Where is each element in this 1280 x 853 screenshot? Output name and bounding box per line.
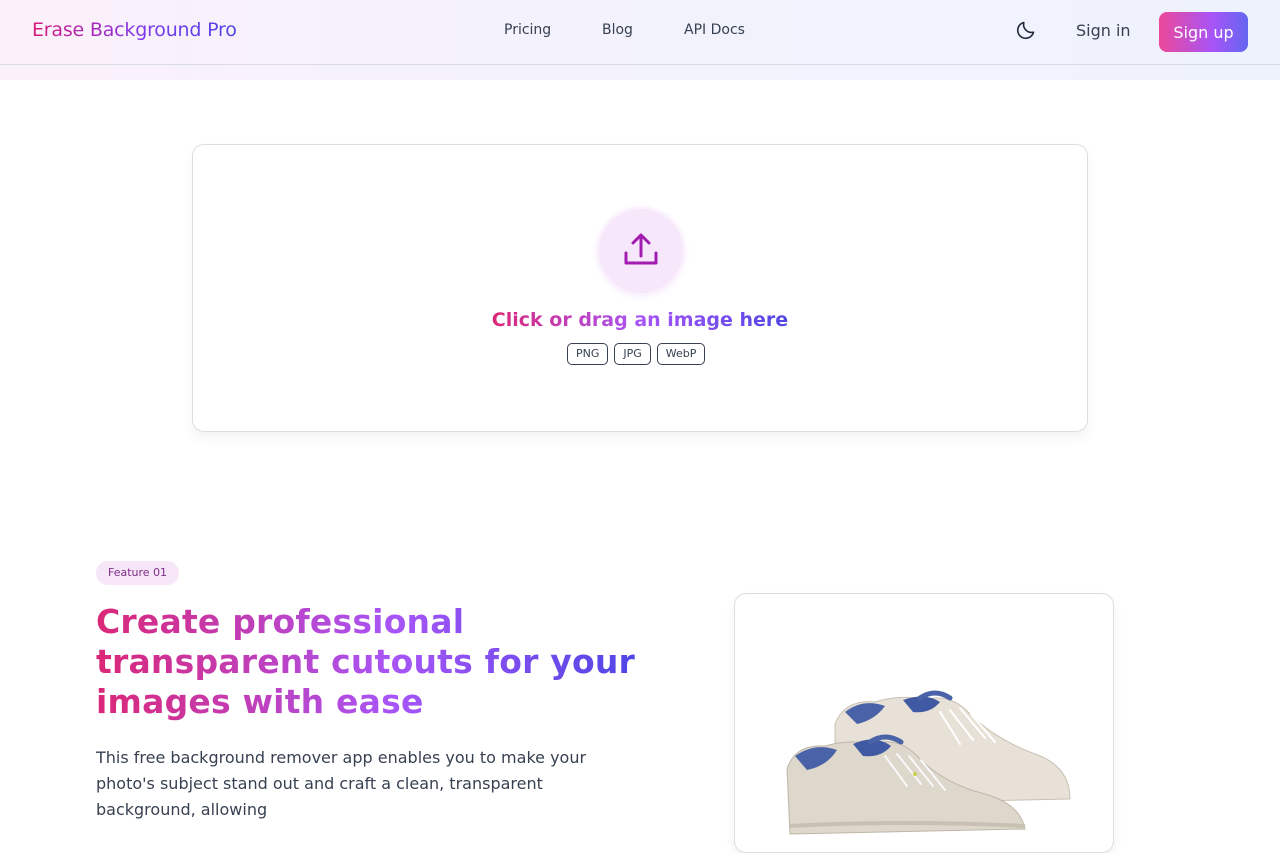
moon-icon[interactable] <box>1014 18 1038 42</box>
sneakers-image <box>786 690 1071 835</box>
feature-description: This free background remover app enables… <box>96 748 587 819</box>
brand-logo[interactable]: Erase Background Pro <box>32 19 237 41</box>
upload-icon <box>624 233 658 265</box>
nav-link-pricing[interactable]: Pricing <box>504 22 551 38</box>
upload-icon-circle <box>599 209 683 293</box>
upload-dropzone[interactable]: Click or drag an image here PNG JPG WebP <box>192 144 1088 432</box>
format-badge-jpg: JPG <box>614 343 651 365</box>
feature-image-card <box>734 593 1114 853</box>
header-backdrop <box>0 65 1280 80</box>
site-header: Erase Background Pro Pricing Blog API Do… <box>0 0 1280 65</box>
nav-link-blog[interactable]: Blog <box>602 22 633 38</box>
sign-up-button[interactable]: Sign up <box>1159 12 1248 52</box>
format-badge-png: PNG <box>567 343 609 365</box>
upload-title: Click or drag an image here <box>491 309 789 331</box>
feature-badge: Feature 01 <box>96 561 180 585</box>
format-list: PNG JPG WebP <box>567 343 706 365</box>
format-badge-webp: WebP <box>656 343 706 365</box>
nav-link-api-docs[interactable]: API Docs <box>684 22 745 38</box>
sign-in-link[interactable]: Sign in <box>1076 21 1131 40</box>
feature-headline: Create professional transparent cutouts … <box>96 602 635 721</box>
